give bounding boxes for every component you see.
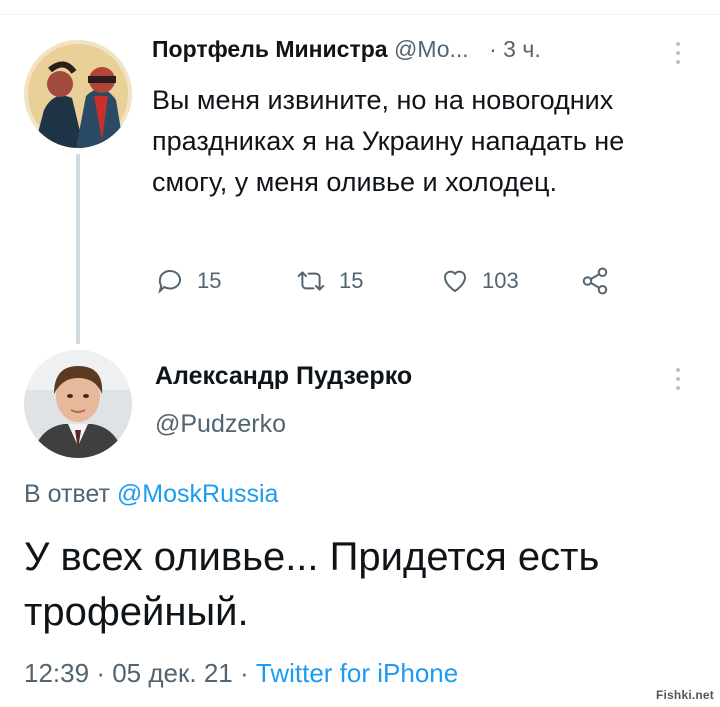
reply-to-line: В ответ @MoskRussia [24, 480, 278, 509]
tweet2-source[interactable]: Twitter for iPhone [256, 658, 458, 688]
tweet1-author-name[interactable]: Портфель Министра [152, 36, 388, 62]
tweet2-date[interactable]: 05 дек. 21 [112, 658, 233, 688]
tweet1-time[interactable]: 3 ч. [503, 36, 541, 62]
meta-separator-2: · [239, 658, 249, 688]
retweet-button[interactable]: 15 [295, 266, 363, 296]
watermark: Fishki.net [655, 688, 714, 702]
tweet1-author-handle[interactable]: @Мо... [394, 36, 469, 62]
reply-to-mention[interactable]: @MoskRussia [117, 480, 279, 508]
tweet2-more-icon[interactable] [675, 368, 681, 395]
avatar-portfel-ministra[interactable] [24, 40, 132, 148]
reply-count: 15 [197, 268, 222, 293]
reply-icon [158, 270, 181, 294]
like-button[interactable]: 103 [440, 266, 519, 296]
top-divider [0, 14, 720, 15]
avatar-pudzerko[interactable] [24, 350, 132, 458]
tweet1-more-icon[interactable] [675, 42, 681, 69]
tweet1-separator: · [489, 36, 497, 62]
tweet2-meta: 12:39 · 05 дек. 21 · Twitter for iPhone [24, 658, 458, 689]
heart-icon [443, 270, 467, 293]
tweet2-author-name[interactable]: Александр Пудзерко [155, 362, 412, 391]
reply-to-label: В ответ [24, 480, 110, 508]
share-icon [582, 267, 608, 295]
meta-separator-1: · [96, 658, 105, 688]
tweet2-author-handle[interactable]: @Pudzerko [155, 410, 286, 439]
reply-button[interactable]: 15 [155, 266, 221, 296]
tweet2-text: У всех оливье... Придется есть трофейный… [24, 535, 600, 634]
like-count: 103 [482, 268, 519, 293]
tweet1-header: Портфель Министра @Мо... · 3 ч. [152, 36, 541, 63]
thread-line [76, 154, 80, 344]
retweet-count: 15 [339, 268, 364, 293]
tweet2-time[interactable]: 12:39 [24, 658, 89, 688]
share-button[interactable] [580, 266, 622, 296]
retweet-icon [297, 271, 325, 291]
tweet1-text: Вы меня извините, но на новогодних празд… [152, 85, 625, 197]
